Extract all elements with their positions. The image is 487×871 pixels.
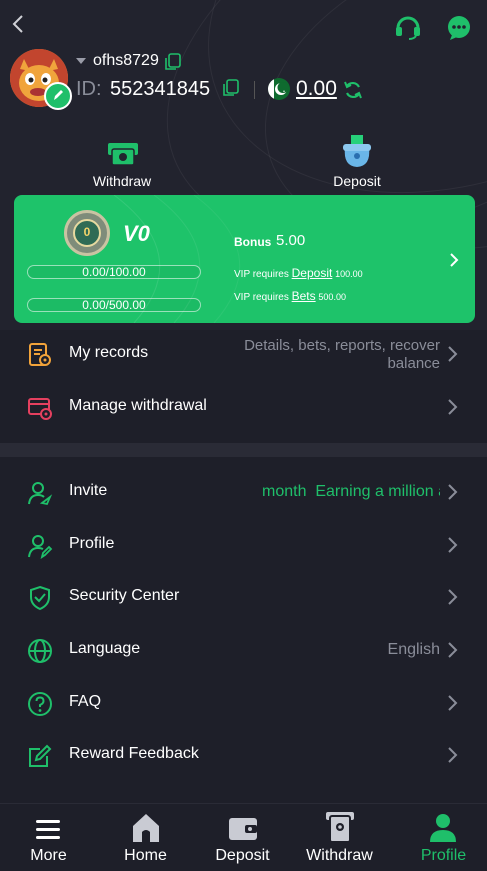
vip-req-bets-value: 500.00 (318, 292, 346, 302)
menu-item-reward-feedback[interactable]: Reward Feedback (0, 729, 487, 781)
menu-item-my-records[interactable]: My records Details, bets, reports, recov… (0, 328, 487, 380)
back-icon[interactable] (10, 14, 26, 34)
bottom-nav: More Home Deposit Withdraw Profile (0, 803, 487, 871)
menu-item-security-center[interactable]: Security Center (0, 571, 487, 623)
withdraw-nav-icon (326, 812, 354, 843)
chevron-right-icon (448, 747, 458, 763)
withdraw-label: Withdraw (92, 173, 152, 189)
vip-req-deposit-prefix: VIP requires (234, 269, 289, 280)
nav-profile[interactable]: Profile (388, 804, 485, 871)
nav-label-more: More (30, 847, 67, 864)
vip-badge-number: 0 (83, 225, 91, 239)
invite-promo-text: month Earning a million a (262, 483, 440, 500)
withdrawal-card-icon (28, 398, 52, 420)
home-icon (133, 814, 159, 842)
question-icon (28, 692, 52, 716)
nav-label-profile: Profile (420, 847, 467, 864)
chevron-right-icon[interactable] (449, 252, 459, 268)
balance-value: 0.00 (296, 77, 337, 100)
menu-label-language: Language (69, 640, 141, 657)
current-language: English (387, 641, 440, 658)
vip-req-bets-link[interactable]: Bets (292, 289, 316, 303)
chevron-right-icon (448, 399, 458, 415)
user-id-label: ID: (76, 78, 102, 100)
section-divider (0, 443, 487, 457)
wallet-icon (229, 818, 257, 840)
menu-label-manage-withdrawal: Manage withdrawal (69, 397, 207, 414)
bonus-value: 5.00 (276, 232, 306, 249)
deposit-action[interactable]: Deposit (317, 134, 397, 190)
invite-user-icon (28, 482, 53, 506)
menu-label-security-center: Security Center (69, 587, 180, 604)
vip-req-deposit-link[interactable]: Deposit (292, 266, 333, 280)
edit-avatar-badge[interactable] (44, 82, 72, 110)
menu-item-faq[interactable]: FAQ (0, 677, 487, 729)
refresh-icon[interactable] (343, 80, 363, 100)
menu-item-profile[interactable]: Profile (0, 519, 487, 571)
feedback-edit-icon (29, 744, 52, 767)
menu-label-reward-feedback: Reward Feedback (69, 745, 199, 762)
vip-progress-bets: 0.00/500.00 (27, 298, 201, 312)
menu-item-invite[interactable]: Invite month Earning a million a (0, 466, 487, 518)
menu-label-invite: Invite (69, 482, 108, 499)
menu-label-profile: Profile (69, 535, 115, 552)
deposit-wallet-icon (343, 135, 371, 167)
profile-edit-icon (28, 535, 53, 559)
bonus-label: Bonus (234, 235, 272, 249)
my-records-description-line1: Details, bets, reports, recover (244, 337, 440, 354)
profile-user-icon (430, 814, 456, 842)
nav-more[interactable]: More (0, 804, 97, 871)
withdraw-action[interactable]: Withdraw (82, 136, 162, 190)
nav-label-withdraw: Withdraw (306, 847, 373, 864)
chat-icon[interactable] (446, 15, 472, 41)
chevron-right-icon (448, 642, 458, 658)
vip-req-deposit-value: 100.00 (335, 269, 363, 279)
nav-label-deposit: Deposit (215, 847, 270, 864)
headset-icon[interactable] (394, 14, 422, 40)
user-id-value: 552341845 (110, 78, 211, 100)
withdraw-icon (108, 143, 138, 166)
nav-label-home: Home (124, 847, 167, 864)
globe-icon (28, 639, 52, 663)
chevron-right-icon (448, 484, 458, 500)
menu-icon (36, 820, 60, 839)
menu-label-faq: FAQ (69, 693, 102, 710)
copy-id-icon[interactable] (223, 79, 239, 97)
vip-progress-deposit: 0.00/100.00 (27, 265, 201, 279)
vip-level: V0 (123, 221, 150, 246)
deposit-label: Deposit (333, 173, 381, 189)
copy-icon[interactable] (165, 53, 181, 71)
pencil-icon (54, 90, 63, 100)
chevron-right-icon (448, 537, 458, 553)
caret-down-icon[interactable] (76, 58, 86, 64)
username: ofhs8729 (93, 52, 159, 69)
currency-flag-icon (268, 78, 290, 100)
vip-badge: 0 (64, 210, 110, 256)
chevron-right-icon (448, 589, 458, 605)
records-icon (29, 343, 51, 366)
nav-deposit[interactable]: Deposit (194, 804, 291, 871)
chevron-right-icon (448, 695, 458, 711)
nav-home[interactable]: Home (97, 804, 194, 871)
divider (254, 81, 255, 99)
menu-item-language[interactable]: Language English (0, 624, 487, 676)
vip-req-bets-prefix: VIP requires (234, 292, 289, 303)
vip-card[interactable]: 0 V0 0.00/100.00 0.00/500.00 Bonus 5.00 … (14, 195, 475, 323)
menu-item-manage-withdrawal[interactable]: Manage withdrawal (0, 381, 487, 433)
nav-withdraw[interactable]: Withdraw (291, 804, 388, 871)
menu-label-my-records: My records (69, 344, 149, 361)
shield-icon (30, 585, 50, 611)
chevron-right-icon (448, 346, 458, 362)
my-records-description-line2: balance (387, 355, 440, 372)
